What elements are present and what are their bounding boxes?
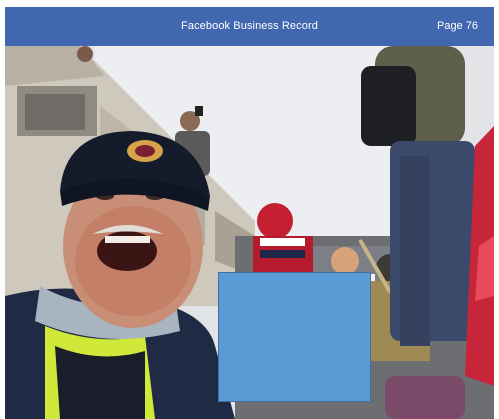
page-number: Page 76 [437,20,478,32]
record-title: Facebook Business Record [181,20,318,32]
record-header-bar: Facebook Business Record Page 76 [5,7,494,46]
redaction-box [218,272,371,402]
